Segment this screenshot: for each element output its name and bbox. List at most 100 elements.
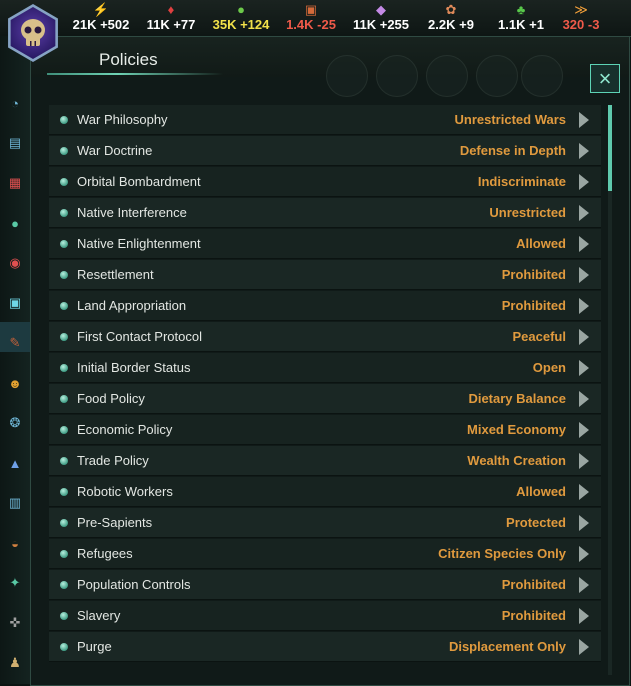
close-icon: × — [598, 65, 612, 91]
expand-arrow-icon[interactable] — [579, 515, 589, 531]
policy-name: Food Policy — [77, 391, 145, 406]
contacts-icon[interactable]: ◔ — [5, 94, 25, 112]
policy-value[interactable]: Prohibited — [502, 291, 566, 320]
expand-arrow-icon[interactable] — [579, 174, 589, 190]
policy-row[interactable]: Initial Border Status Open — [49, 353, 601, 383]
expand-arrow-icon[interactable] — [579, 236, 589, 252]
resource-energy[interactable]: ⚡ 21K +502 — [66, 0, 136, 36]
policy-value[interactable]: Unrestricted — [489, 198, 566, 227]
traditions-icon[interactable]: ☻ — [5, 374, 25, 392]
policy-row[interactable]: Slavery Prohibited — [49, 601, 601, 631]
policy-name: Purge — [77, 639, 112, 654]
policy-value[interactable]: Open — [533, 353, 566, 382]
policy-value[interactable]: Allowed — [516, 477, 566, 506]
policy-name: War Doctrine — [77, 143, 153, 158]
fleet-icon[interactable]: ▦ — [5, 174, 25, 192]
policy-row[interactable]: First Contact Protocol Peaceful — [49, 322, 601, 352]
bullet-icon — [60, 519, 68, 527]
bullet-icon — [60, 550, 68, 558]
policies-icon[interactable]: ▣ — [5, 294, 25, 312]
resource-extra[interactable]: ¦1 — [601, 0, 631, 36]
close-button[interactable]: × — [590, 64, 620, 93]
expand-arrow-icon[interactable] — [579, 546, 589, 562]
policy-row[interactable]: Native Interference Unrestricted — [49, 198, 601, 228]
resource-food[interactable]: ● 35K +124 — [206, 0, 276, 36]
policy-value[interactable]: Prohibited — [502, 570, 566, 599]
policy-value[interactable]: Prohibited — [502, 260, 566, 289]
factions-icon[interactable]: ✎ — [5, 334, 25, 352]
resource-minerals[interactable]: ♦ 11K +77 — [136, 0, 206, 36]
expansion-icon[interactable]: ✦ — [5, 574, 25, 592]
policy-value[interactable]: Prohibited — [502, 601, 566, 630]
policy-row[interactable]: Robotic Workers Allowed — [49, 477, 601, 507]
policy-name: Resettlement — [77, 267, 154, 282]
policy-name: Economic Policy — [77, 422, 173, 437]
bullet-icon — [60, 333, 68, 341]
expand-arrow-icon[interactable] — [579, 608, 589, 624]
edicts-icon[interactable]: ▥ — [5, 494, 25, 512]
policy-value[interactable]: Peaceful — [513, 322, 566, 351]
policy-name: Initial Border Status — [77, 360, 191, 375]
ship-designer-icon[interactable]: ▲ — [5, 454, 25, 472]
policy-name: Native Enlightenment — [77, 236, 201, 251]
expand-arrow-icon[interactable] — [579, 143, 589, 159]
expand-arrow-icon[interactable] — [579, 391, 589, 407]
policy-row[interactable]: Refugees Citizen Species Only — [49, 539, 601, 569]
policy-row[interactable]: Economic Policy Mixed Economy — [49, 415, 601, 445]
expand-arrow-icon[interactable] — [579, 577, 589, 593]
leaders-icon[interactable]: ♟ — [5, 654, 25, 672]
expand-arrow-icon[interactable] — [579, 329, 589, 345]
resource-value: 2.2K +9 — [428, 17, 474, 32]
resource-alloys[interactable]: ◆ 11K +255 — [346, 0, 416, 36]
bullet-icon — [60, 426, 68, 434]
policy-value[interactable]: Citizen Species Only — [438, 539, 566, 568]
policy-value[interactable]: Allowed — [516, 229, 566, 258]
expand-arrow-icon[interactable] — [579, 639, 589, 655]
expand-arrow-icon[interactable] — [579, 112, 589, 128]
policy-row[interactable]: Trade Policy Wealth Creation — [49, 446, 601, 476]
policy-row[interactable]: Purge Displacement Only — [49, 632, 601, 662]
species-icon[interactable]: ◉ — [5, 254, 25, 272]
policy-value[interactable]: Wealth Creation — [467, 446, 566, 475]
policy-value[interactable]: Mixed Economy — [467, 415, 566, 444]
bullet-icon — [60, 178, 68, 186]
expand-arrow-icon[interactable] — [579, 422, 589, 438]
policy-value[interactable]: Indiscriminate — [478, 167, 566, 196]
policy-row[interactable]: Land Appropriation Prohibited — [49, 291, 601, 321]
bullet-icon — [60, 612, 68, 620]
policy-name: Population Controls — [77, 577, 191, 592]
policy-value[interactable]: Unrestricted Wars — [455, 105, 567, 134]
ghost-tab-icon — [521, 55, 563, 97]
policy-row[interactable]: Population Controls Prohibited — [49, 570, 601, 600]
policy-value[interactable]: Dietary Balance — [468, 384, 566, 413]
genetics-icon[interactable]: ✜ — [5, 614, 25, 632]
policy-row[interactable]: Resettlement Prohibited — [49, 260, 601, 290]
expand-arrow-icon[interactable] — [579, 453, 589, 469]
policy-name: Trade Policy — [77, 453, 149, 468]
policy-value[interactable]: Displacement Only — [449, 632, 566, 661]
expand-arrow-icon[interactable] — [579, 360, 589, 376]
bullet-icon — [60, 116, 68, 124]
policy-row[interactable]: War Philosophy Unrestricted Wars — [49, 105, 601, 135]
policy-value[interactable]: Defense in Depth — [460, 136, 566, 165]
policy-row[interactable]: Orbital Bombardment Indiscriminate — [49, 167, 601, 197]
situation-log-icon[interactable]: ▤ — [5, 134, 25, 152]
policy-row[interactable]: Native Enlightenment Allowed — [49, 229, 601, 259]
resource-influence[interactable]: ✿ 2.2K +9 — [416, 0, 486, 36]
planets-icon[interactable]: ● — [5, 214, 25, 232]
policy-name: Refugees — [77, 546, 133, 561]
policy-row[interactable]: War Doctrine Defense in Depth — [49, 136, 601, 166]
scrollbar-thumb[interactable] — [608, 105, 612, 191]
expand-arrow-icon[interactable] — [579, 484, 589, 500]
policy-row[interactable]: Pre-Sapients Protected — [49, 508, 601, 538]
resource-consumer-goods[interactable]: ▣ 1.4K -25 — [276, 0, 346, 36]
ghost-tab-icon — [376, 55, 418, 97]
expand-arrow-icon[interactable] — [579, 267, 589, 283]
market-icon[interactable]: ◒ — [5, 534, 25, 552]
expand-arrow-icon[interactable] — [579, 298, 589, 314]
expand-arrow-icon[interactable] — [579, 205, 589, 221]
technology-icon[interactable]: ❂ — [5, 414, 25, 432]
policy-value[interactable]: Protected — [506, 508, 566, 537]
alloys-icon: ◆ — [376, 2, 386, 17]
policy-row[interactable]: Food Policy Dietary Balance — [49, 384, 601, 414]
